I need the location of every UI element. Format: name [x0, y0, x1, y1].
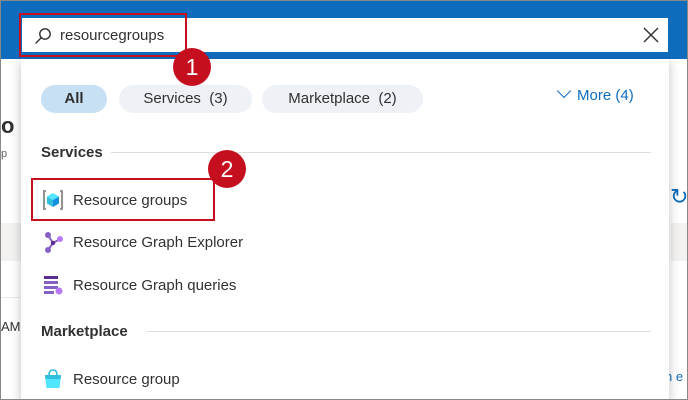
filter-marketplace-count: (2) [378, 90, 397, 107]
filter-all-pill[interactable]: All [41, 85, 107, 113]
services-divider [111, 152, 651, 153]
services-heading: Services [41, 144, 103, 161]
filter-services-label: Services [143, 90, 201, 107]
background-am-fragment: AM [1, 319, 21, 334]
step2-badge: 2 [208, 150, 246, 188]
step1-highlight-box [19, 13, 187, 57]
result-label: Resource Graph Explorer [73, 233, 244, 251]
filter-services-pill[interactable]: Services (3) [119, 85, 252, 113]
background-divider [1, 297, 23, 298]
more-count: (4) [615, 87, 634, 104]
background-subtitle-fragment: p [1, 148, 8, 160]
background-right-band [671, 223, 687, 261]
marketplace-bag-icon [41, 367, 65, 391]
marketplace-divider [146, 331, 651, 332]
step2-highlight-box [31, 178, 215, 221]
background-title-fragment: o [1, 113, 15, 138]
more-filters-button[interactable]: More (4) [556, 83, 634, 104]
filter-marketplace-pill[interactable]: Marketplace (2) [262, 85, 423, 113]
refresh-icon[interactable]: ↻ [670, 184, 687, 210]
result-resource-graph-queries[interactable]: Resource Graph queries [35, 267, 475, 303]
portal-window: o p AM ↻ n e All Services (3) Marketplac… [0, 0, 688, 400]
result-label: Resource Graph queries [73, 276, 237, 294]
background-toolbar-band [1, 223, 23, 261]
chevron-down-icon [556, 83, 572, 99]
resource-graph-explorer-icon [41, 230, 65, 254]
step1-badge: 1 [173, 48, 211, 86]
search-results-dropdown: All Services (3) Marketplace (2) More (4… [21, 59, 669, 399]
close-icon[interactable] [642, 26, 660, 44]
filter-all-label: All [64, 90, 84, 107]
filter-marketplace-label: Marketplace [288, 90, 370, 107]
resource-graph-queries-icon [41, 273, 65, 297]
result-resource-graph-explorer[interactable]: Resource Graph Explorer [35, 224, 475, 260]
result-marketplace-resource-group[interactable]: Resource group [35, 361, 475, 397]
marketplace-heading: Marketplace [41, 323, 128, 340]
filter-services-count: (3) [209, 90, 228, 107]
more-label: More [577, 87, 612, 104]
result-label: Resource group [73, 370, 180, 388]
